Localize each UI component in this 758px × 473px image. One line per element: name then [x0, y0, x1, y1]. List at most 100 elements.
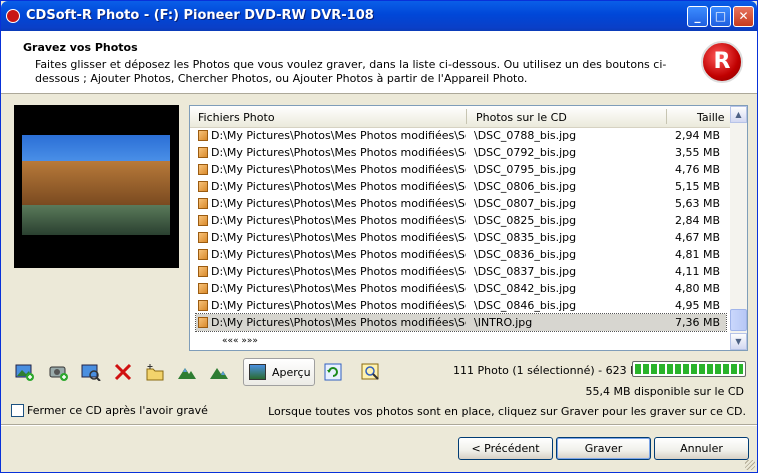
column-header-files[interactable]: Fichiers Photo: [198, 111, 275, 124]
cell-size: 4,80 MB: [674, 282, 720, 295]
title-bar[interactable]: CDSoft-R Photo - (F:) Pioneer DVD-RW DVR…: [1, 1, 757, 31]
previous-button[interactable]: < Précédent: [458, 437, 553, 460]
table-row[interactable]: D:\My Pictures\Photos\Mes Photos modifié…: [196, 280, 726, 297]
cell-size: 4,67 MB: [674, 231, 720, 244]
cell-size: 7,36 MB: [674, 316, 720, 329]
move-up-button[interactable]: [173, 358, 201, 388]
table-row[interactable]: D:\My Pictures\Photos\Mes Photos modifié…: [196, 178, 726, 195]
cell-cd-path: \DSC_0846_bis.jpg: [474, 299, 577, 312]
table-row[interactable]: D:\My Pictures\Photos\Mes Photos modifié…: [196, 195, 726, 212]
table-row[interactable]: D:\My Pictures\Photos\Mes Photos modifié…: [196, 246, 726, 263]
wizard-header: Gravez vos Photos Faites glisser et dépo…: [1, 31, 757, 94]
table-row[interactable]: D:\My Pictures\Photos\Mes Photos modifié…: [196, 263, 726, 280]
jpg-file-icon: [198, 198, 208, 209]
preview-label: Aperçu: [272, 366, 311, 379]
preview-toggle-button[interactable]: Aperçu: [243, 358, 315, 386]
resize-grip[interactable]: [745, 460, 755, 470]
jpg-file-icon: [198, 232, 208, 243]
jpg-file-icon: [198, 147, 208, 158]
burn-button[interactable]: Graver: [556, 437, 651, 460]
search-photos-button[interactable]: [77, 358, 105, 388]
cell-file-path: D:\My Pictures\Photos\Mes Photos modifié…: [211, 163, 466, 176]
selection-summary: 111 Photo (1 sélectionné) - 623 MB: [453, 364, 648, 377]
cell-file-path: D:\My Pictures\Photos\Mes Photos modifié…: [211, 316, 466, 329]
divider: [1, 424, 757, 426]
close-cd-checkbox[interactable]: [11, 404, 24, 417]
cell-file-path: D:\My Pictures\Photos\Mes Photos modifié…: [211, 214, 466, 227]
photo-edit-icon: [361, 363, 379, 380]
cell-file-path: D:\My Pictures\Photos\Mes Photos modifié…: [211, 248, 466, 261]
jpg-file-icon: [198, 130, 208, 141]
column-separator[interactable]: [666, 109, 667, 124]
table-row[interactable]: D:\My Pictures\Photos\Mes Photos modifié…: [196, 212, 726, 229]
page-title: Gravez vos Photos: [23, 41, 138, 54]
cell-file-path: D:\My Pictures\Photos\Mes Photos modifié…: [211, 129, 466, 142]
close-button[interactable]: ✕: [733, 6, 754, 27]
cell-size: 5,63 MB: [674, 197, 720, 210]
app-icon: [6, 9, 20, 23]
column-separator[interactable]: [466, 109, 467, 124]
vertical-scrollbar[interactable]: ▲ ▼: [730, 106, 747, 350]
cell-size: 4,95 MB: [674, 299, 720, 312]
photo-list[interactable]: Fichiers Photo Photos sur le CD Taille D…: [189, 105, 748, 351]
remove-button[interactable]: [109, 358, 137, 388]
cell-cd-path: \INTRO.jpg: [474, 316, 533, 329]
jpg-file-icon: [198, 215, 208, 226]
column-header-size[interactable]: Taille: [697, 111, 725, 124]
cell-cd-path: \DSC_0807_bis.jpg: [474, 197, 577, 210]
list-header: Fichiers Photo Photos sur le CD Taille: [190, 106, 730, 128]
scroll-up-arrow-icon[interactable]: ▲: [730, 106, 747, 123]
app-window: CDSoft-R Photo - (F:) Pioneer DVD-RW DVR…: [0, 0, 758, 473]
table-row[interactable]: D:\My Pictures\Photos\Mes Photos modifié…: [196, 127, 726, 144]
table-row[interactable]: D:\My Pictures\Photos\Mes Photos modifié…: [196, 144, 726, 161]
cell-cd-path: \DSC_0795_bis.jpg: [474, 163, 577, 176]
photo-preview: [14, 105, 179, 268]
cell-size: 3,55 MB: [674, 146, 720, 159]
jpg-file-icon: [198, 181, 208, 192]
table-row[interactable]: D:\My Pictures\Photos\Mes Photos modifié…: [195, 313, 727, 332]
cdsoft-logo: R: [701, 41, 743, 83]
scroll-down-arrow-icon[interactable]: ▼: [730, 333, 747, 350]
cell-cd-path: \DSC_0825_bis.jpg: [474, 214, 577, 227]
cell-cd-path: \DSC_0806_bis.jpg: [474, 180, 577, 193]
cell-size: 4,11 MB: [674, 265, 720, 278]
close-cd-label[interactable]: Fermer ce CD après l'avoir gravé: [27, 404, 208, 417]
column-header-cd[interactable]: Photos sur le CD: [476, 111, 567, 124]
maximize-button[interactable]: □: [710, 6, 731, 27]
add-from-camera-button[interactable]: [45, 358, 73, 388]
cd-capacity-bar: [632, 361, 746, 377]
mountain-up-icon: [178, 368, 196, 379]
cell-file-path: D:\My Pictures\Photos\Mes Photos modifié…: [211, 146, 466, 159]
cell-file-path: D:\My Pictures\Photos\Mes Photos modifié…: [211, 180, 466, 193]
minimize-button[interactable]: _: [687, 6, 708, 27]
cell-cd-path: \DSC_0837_bis.jpg: [474, 265, 577, 278]
table-row[interactable]: D:\My Pictures\Photos\Mes Photos modifié…: [196, 161, 726, 178]
edit-photo-button[interactable]: [357, 358, 385, 388]
table-row[interactable]: D:\My Pictures\Photos\Mes Photos modifié…: [196, 297, 726, 314]
jpg-file-icon: [198, 164, 208, 175]
cell-size: 2,94 MB: [674, 129, 720, 142]
refresh-button[interactable]: [319, 358, 347, 388]
camera-add-icon: [49, 366, 68, 381]
table-row[interactable]: D:\My Pictures\Photos\Mes Photos modifié…: [196, 229, 726, 246]
refresh-icon: [324, 363, 342, 381]
cell-file-path: D:\My Pictures\Photos\Mes Photos modifié…: [211, 197, 466, 210]
preview-image-icon: [249, 364, 266, 380]
add-photos-button[interactable]: [11, 358, 39, 388]
logo-letter: R: [713, 49, 731, 74]
page-description: Faites glisser et déposez les Photos que…: [35, 58, 667, 85]
preview-building: [22, 161, 170, 205]
hint-text: Lorsque toutes vos photos sont en place,…: [268, 405, 746, 418]
cell-file-path: D:\My Pictures\Photos\Mes Photos modifié…: [211, 282, 466, 295]
delete-x-icon: [114, 363, 132, 381]
cell-cd-path: \DSC_0836_bis.jpg: [474, 248, 577, 261]
new-folder-button[interactable]: [141, 358, 169, 388]
cell-cd-path: \DSC_0842_bis.jpg: [474, 282, 577, 295]
mountain-down-icon: [210, 368, 228, 379]
cell-size: 4,81 MB: [674, 248, 720, 261]
move-down-button[interactable]: [205, 358, 233, 388]
cell-size: 4,76 MB: [674, 163, 720, 176]
cancel-button[interactable]: Annuler: [654, 437, 749, 460]
scrollbar-thumb[interactable]: [730, 309, 747, 331]
cd-capacity-fill: [635, 364, 743, 374]
